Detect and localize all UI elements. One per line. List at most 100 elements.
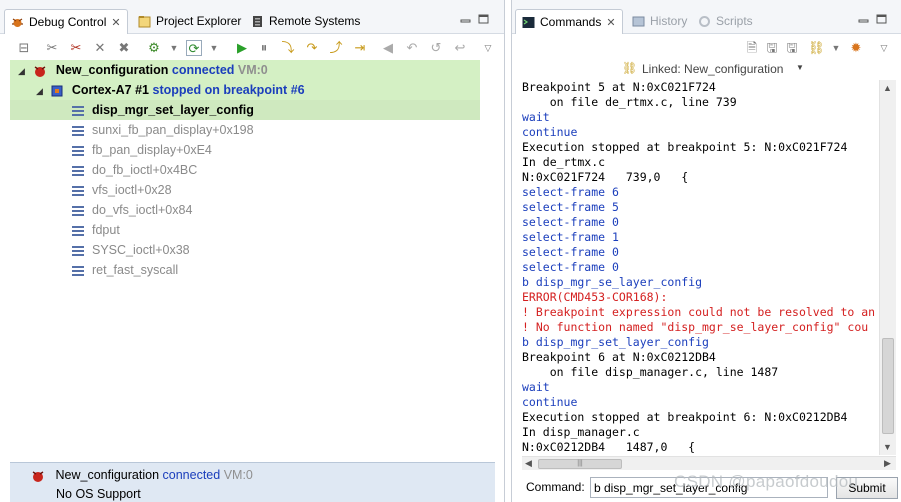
stack-frame-icon — [72, 205, 84, 216]
command-output: Breakpoint 5 at N:0xC021F724 on file de_… — [522, 80, 880, 455]
scroll-thumb[interactable] — [882, 338, 894, 434]
tab-history[interactable]: History — [626, 8, 693, 34]
console-line: Breakpoint 5 at N:0xC021F724 — [522, 80, 716, 94]
stack-frame-row[interactable]: do_vfs_ioctl+0x84 — [72, 200, 192, 220]
horizontal-scrollbar[interactable]: ◀ ||| ▶ — [522, 456, 896, 470]
view-menu-icon[interactable]: ▽ — [876, 40, 892, 56]
sync-icon[interactable]: ⟳ — [186, 40, 202, 56]
step-back-icon[interactable]: ◀ — [380, 40, 396, 56]
console-line: wait — [522, 110, 550, 124]
tab-commands[interactable]: Commands ✕ — [515, 9, 623, 34]
stack-frame-row[interactable]: fdput — [72, 220, 120, 240]
remove-icon[interactable]: ✕ — [92, 40, 108, 56]
run-icon[interactable]: ▶ — [234, 40, 250, 56]
console-line: N:0xC021F724 739,0 { — [522, 170, 689, 184]
command-label: Command: — [526, 480, 585, 494]
stack-frame-icon — [72, 265, 84, 276]
debug-bug-icon[interactable]: ✹ — [848, 40, 864, 56]
pause-icon[interactable]: ⏸ — [256, 40, 272, 56]
tab-debug-control[interactable]: Debug Control ✕ — [4, 9, 128, 34]
console-line: on file de_rtmx.c, line 739 — [522, 95, 737, 109]
link-icon[interactable]: ⛓ — [808, 40, 825, 56]
reverse-step-into-icon[interactable]: ↶ — [404, 40, 420, 56]
maximize-icon[interactable] — [478, 14, 489, 24]
tab-label: Commands — [540, 15, 602, 29]
console-line: select-frame 1 — [522, 230, 619, 244]
expand-arrow-icon[interactable]: ◢ — [36, 86, 43, 96]
disconnect-icon[interactable]: ✂ — [68, 40, 84, 56]
console-line: Execution stopped at breakpoint 6: N:0xC… — [522, 410, 848, 424]
status-name: New_configuration — [55, 468, 160, 482]
stack-frame-icon — [72, 185, 84, 196]
view-menu-icon[interactable]: ▽ — [480, 40, 496, 56]
scroll-thumb[interactable]: ||| — [538, 459, 622, 469]
frame-label: ret_fast_syscall — [92, 263, 179, 277]
console-line: on file disp_manager.c, line 1487 — [522, 365, 779, 379]
stack-frame-row[interactable]: SYSC_ioctl+0x38 — [72, 240, 190, 260]
frame-label: disp_mgr_set_layer_config — [92, 103, 254, 117]
console-line: Breakpoint 6 at N:0xC0212DB4 — [522, 350, 716, 364]
chevron-down-icon[interactable]: ▼ — [166, 40, 182, 56]
scroll-right-icon[interactable]: ▶ — [884, 458, 891, 469]
stack-frame-icon — [72, 145, 84, 156]
history-icon — [632, 16, 645, 26]
stack-frame-row[interactable]: ret_fast_syscall — [72, 260, 178, 280]
collapse-all-icon[interactable]: ⊟ — [16, 40, 32, 56]
chevron-down-icon[interactable]: ▼ — [796, 63, 804, 72]
linked-label: Linked: New_configuration — [642, 62, 784, 76]
console-line: ! Breakpoint expression could not be res… — [522, 305, 876, 319]
tab-label: History — [650, 14, 688, 28]
stack-frame-row[interactable]: disp_mgr_set_layer_config — [72, 100, 254, 120]
stack-frame-row[interactable]: vfs_ioctl+0x28 — [72, 180, 172, 200]
close-icon[interactable]: ✕ — [606, 16, 615, 29]
save-icon[interactable]: 🗎 — [744, 40, 760, 56]
export-icon[interactable]: 🖫 — [764, 40, 780, 56]
tree-core-row[interactable]: ◢ Cortex-A7 #1 stopped on breakpoint #6 — [36, 80, 305, 100]
console-line: select-frame 5 — [522, 200, 619, 214]
scroll-left-icon[interactable]: ◀ — [525, 458, 532, 469]
stack-frame-row[interactable]: do_fb_ioctl+0x4BC — [72, 160, 197, 180]
remove-all-icon[interactable]: ✖ — [116, 40, 132, 56]
tab-remote-systems[interactable]: Remote Systems — [245, 8, 366, 34]
tree-connection-row[interactable]: ◢ New_configuration connected VM:0 — [18, 60, 268, 80]
reverse-step-return-icon[interactable]: ↩ — [452, 40, 468, 56]
stack-frame-icon — [72, 105, 84, 116]
frame-label: do_vfs_ioctl+0x84 — [92, 203, 193, 217]
terminal-icon — [522, 16, 535, 28]
step-over-icon[interactable]: ↷ — [304, 40, 320, 56]
tab-project-explorer[interactable]: Project Explorer — [132, 8, 247, 34]
core-state: stopped on breakpoint #6 — [152, 83, 305, 97]
core-name: Cortex-A7 #1 — [71, 83, 150, 97]
scripts-icon — [699, 15, 710, 27]
commands-panel: Commands ✕ History Scripts 🗎 🖫 🖫 ⛓ ▼ ✹ ▽… — [511, 0, 901, 502]
connection-vm: VM:0 — [237, 63, 268, 77]
scroll-up-icon[interactable]: ▲ — [883, 83, 892, 93]
connect-icon[interactable]: ✂ — [44, 40, 60, 56]
chevron-down-icon[interactable]: ▼ — [828, 40, 844, 56]
chevron-down-icon[interactable]: ▼ — [206, 40, 222, 56]
tab-scripts[interactable]: Scripts — [692, 8, 759, 34]
tab-label: Debug Control — [29, 15, 107, 29]
run-to-line-icon[interactable]: ⇥ — [352, 40, 368, 56]
debug-control-panel: Debug Control ✕ Project Explorer Remote … — [0, 0, 505, 502]
close-icon[interactable]: ✕ — [111, 16, 120, 29]
console-line: Execution stopped at breakpoint 5: N:0xC… — [522, 140, 848, 154]
vertical-scrollbar[interactable]: ▲ ▼ — [879, 80, 896, 455]
connection-name: New_configuration — [55, 63, 169, 77]
stack-frame-row[interactable]: fb_pan_display+0xE4 — [72, 140, 212, 160]
reverse-step-over-icon[interactable]: ↺ — [428, 40, 444, 56]
linked-bar[interactable]: ⛓ Linked: New_configuration ▼ — [512, 58, 901, 80]
scroll-down-icon[interactable]: ▼ — [883, 442, 892, 452]
minimize-icon[interactable] — [460, 14, 471, 24]
maximize-icon[interactable] — [876, 14, 887, 24]
debug-config-icon[interactable]: ⚙ — [146, 40, 162, 56]
expand-arrow-icon[interactable]: ◢ — [18, 66, 25, 76]
save-all-icon[interactable]: 🖫 — [784, 40, 800, 56]
step-into-icon[interactable]: ⤵ — [280, 40, 296, 56]
minimize-icon[interactable] — [858, 14, 869, 24]
status-os: No OS Support — [56, 487, 141, 501]
step-return-icon[interactable]: ⤴ — [328, 40, 344, 56]
stack-frame-icon — [72, 125, 84, 136]
stack-frame-row[interactable]: sunxi_fb_pan_display+0x198 — [72, 120, 254, 140]
console-line: select-frame 6 — [522, 185, 619, 199]
